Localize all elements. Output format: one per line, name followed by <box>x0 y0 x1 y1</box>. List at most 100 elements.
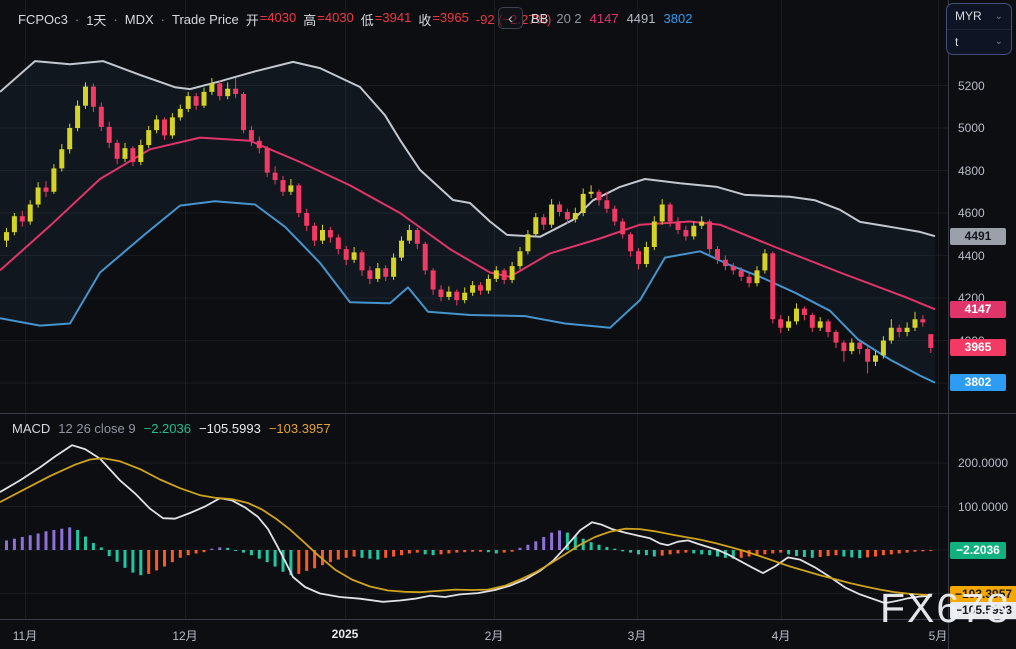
time-axis-label: 12月 <box>172 629 198 643</box>
candle-body <box>572 213 578 220</box>
macd-histogram-bar <box>305 550 309 571</box>
macd-histogram-bar <box>36 533 40 550</box>
macd-histogram-bar <box>407 550 411 554</box>
macd-histogram-bar <box>5 540 8 550</box>
time-axis[interactable]: 11月 12月 2025 2月 3月 4月 5月 <box>0 619 1016 649</box>
macd-histogram-bar <box>265 550 269 563</box>
macd-histogram-bar <box>91 543 95 550</box>
macd-histogram-bar <box>913 550 917 552</box>
candle-body <box>801 308 807 315</box>
candle-body <box>715 249 720 260</box>
candle-body <box>272 172 278 181</box>
candle-body <box>454 291 460 301</box>
candle-body <box>35 187 41 205</box>
macd-histogram-bar <box>447 550 451 554</box>
macd-histogram-bar <box>107 550 111 557</box>
candle-body <box>312 225 318 241</box>
candle-body <box>699 221 705 226</box>
macd-histogram-bar <box>858 550 862 559</box>
candle-body <box>865 349 871 362</box>
bb-basis-value: 4147 <box>589 10 619 26</box>
bb-lower-value: 3802 <box>663 10 693 26</box>
currency-selector: MYR ⌄ t ⌄ <box>946 3 1012 55</box>
candle-body <box>809 315 815 328</box>
macd-histogram-bar <box>368 550 372 559</box>
candle-body <box>19 216 25 222</box>
candle-body <box>896 327 902 332</box>
price-axis[interactable]: 5200500048004600440042004000200.0000100.… <box>948 0 1016 620</box>
candle-body <box>596 191 602 201</box>
macd-histogram-bar <box>558 530 561 550</box>
candle-body <box>4 232 9 241</box>
candle-body <box>675 221 681 230</box>
exchange-label: MDX <box>124 12 154 27</box>
macd-histogram-bar <box>652 550 656 557</box>
macd-histogram-bar <box>471 550 475 552</box>
candle-body <box>612 208 618 222</box>
time-axis-label: 11月 <box>12 629 38 643</box>
macd-histogram-bar <box>921 550 925 552</box>
macd-histogram-bar <box>795 550 798 557</box>
bb-params: 20 2 <box>556 10 582 26</box>
candle-body <box>288 185 294 192</box>
macd-histogram-bar <box>415 550 419 553</box>
macd-histogram-bar <box>12 538 16 550</box>
macd-line-value: −105.5993 <box>198 421 261 436</box>
macd-histogram-bar <box>352 550 356 557</box>
candle-body <box>880 340 886 356</box>
candle-body <box>659 204 665 222</box>
macd-histogram-bar <box>589 542 593 550</box>
macd-name: MACD <box>12 421 51 436</box>
macd-histogram-bar <box>257 550 261 559</box>
candle-body <box>327 230 333 238</box>
macd-histogram-bar <box>842 550 846 557</box>
trading-chart-window: FCPOc3 · 1天 · MDX · Trade Price 开 =4030 高… <box>0 0 1016 649</box>
candle-body <box>580 193 586 213</box>
candle-body <box>130 148 136 162</box>
currency-dropdown[interactable]: MYR ⌄ <box>947 4 1011 30</box>
macd-histogram-bar <box>210 548 214 550</box>
unit-dropdown[interactable]: t ⌄ <box>947 30 1011 55</box>
macd-histogram-bar <box>297 550 301 574</box>
candle-body <box>470 285 476 293</box>
macd-histogram-bar <box>668 550 672 555</box>
chart-canvas[interactable] <box>0 0 1016 649</box>
candle-body <box>438 289 444 297</box>
candle-body <box>667 204 673 222</box>
macd-histogram-bar <box>929 550 933 551</box>
macd-histogram-bar <box>163 550 166 567</box>
candle-body <box>738 270 744 277</box>
candle-body <box>138 145 144 162</box>
candle-body <box>351 252 357 260</box>
macd-hist-value: −2.2036 <box>143 421 191 436</box>
macd-histogram-bar <box>463 550 467 553</box>
macd-histogram-bar <box>249 550 253 556</box>
candle-body <box>912 319 918 328</box>
candle-body <box>841 342 847 352</box>
candle-body <box>217 83 223 97</box>
bollinger-fill <box>0 61 935 383</box>
macd-histogram-bar <box>542 536 546 550</box>
price-badge-3965: 3965 <box>950 339 1006 357</box>
macd-histogram-bar <box>526 544 530 550</box>
macd-histogram-bar <box>889 550 893 555</box>
macd-histogram-bar <box>423 550 427 555</box>
candle-body <box>517 251 523 267</box>
candle-body <box>90 86 96 107</box>
ohlc-close: 收 =3965 <box>418 10 469 28</box>
candle-body <box>256 140 262 149</box>
macd-histogram-bar <box>336 550 340 560</box>
macd-histogram-bar <box>242 550 245 553</box>
candle-body <box>264 148 270 173</box>
macd-histogram-bar <box>834 550 838 556</box>
macd-histogram-bar <box>115 550 119 562</box>
candle-body <box>75 105 81 128</box>
macd-histogram-bar <box>376 550 380 560</box>
collapse-legend-button[interactable]: ‹ <box>498 7 523 29</box>
candle-body <box>422 243 428 271</box>
candle-body <box>51 168 57 192</box>
candle-body <box>683 230 689 237</box>
macd-histogram-bar <box>597 544 601 550</box>
candle-body <box>762 253 768 271</box>
macd-histogram-bar <box>850 550 854 558</box>
